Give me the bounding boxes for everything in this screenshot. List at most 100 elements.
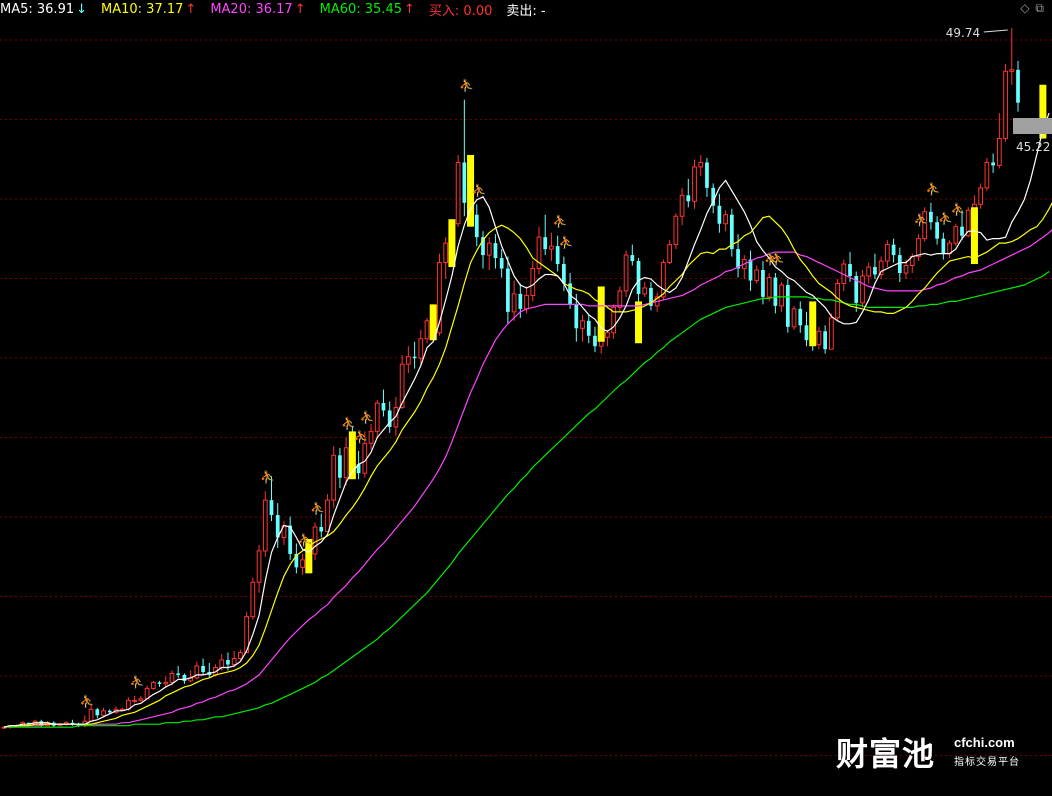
candle-body-up (779, 284, 784, 307)
candle-body-up (331, 454, 337, 501)
candle-body-down (543, 237, 548, 250)
runner-icon: ⛹ (130, 674, 145, 689)
arrow-up-icon: ↑ (294, 1, 306, 17)
candle-body-down (182, 674, 187, 681)
candle-body-down (686, 195, 691, 202)
high-price-label: 49.74 (946, 26, 980, 40)
candle-body-up (791, 308, 797, 328)
candle-body-up (866, 266, 872, 277)
candle-body-down (785, 284, 790, 327)
candle-body-up (418, 338, 424, 359)
candle-body-up (916, 238, 921, 258)
arrow-up-icon: ↑ (185, 1, 197, 17)
candle-body-up (511, 293, 517, 313)
candle-body-up (642, 287, 648, 295)
candle-body-down (226, 659, 230, 665)
candle-body-down (518, 293, 523, 309)
ma-legend: MA5: 36.91 ↓ MA10: 37.17 ↑ MA20: 36.17 ↑ MA60:… (0, 0, 1052, 19)
watermark-domain: cfchi.com (954, 735, 1015, 750)
ma60-line (4, 271, 1050, 728)
candle-body-up (580, 320, 585, 329)
candle-body-up (524, 294, 529, 310)
diamond-icon[interactable]: ◇ (1020, 1, 1029, 15)
candle-body-up (163, 681, 169, 685)
candle-body-up (256, 550, 262, 583)
signal-bar (597, 286, 605, 342)
candle-body-down (736, 249, 740, 269)
runner-icon: ⛹ (354, 429, 369, 444)
candle-body-up (132, 699, 138, 702)
candle-body-up (231, 657, 237, 665)
candle-body-up (262, 499, 268, 552)
candle-body-up (219, 659, 225, 668)
current-price-tag (1013, 118, 1052, 134)
ma5-line (3, 112, 1050, 728)
legend-label: 卖出: - (506, 3, 546, 19)
candle-body-up (549, 245, 554, 250)
candle-body-down (381, 403, 386, 411)
runner-icon: ⛹ (926, 181, 941, 196)
candle-body-up (312, 526, 318, 555)
candle-body-up (667, 244, 672, 264)
runner-icon: ⛹ (459, 78, 474, 93)
candle-body-down (960, 226, 964, 236)
candle-body-down (891, 244, 896, 256)
candle-body-down (462, 162, 467, 203)
candle-body-up (1003, 70, 1008, 140)
legend-label: MA60: 35.45 (319, 1, 402, 17)
candlestick-chart[interactable]: 49.7445.22⛹⛹⛹⛹⛹⛹⛹⛹⛹⛹⛹⛹⛹⛹⛹⛹⛹⛹ (0, 0, 1052, 796)
candle-body-up (903, 265, 909, 274)
legend-item-5: 卖出: - (506, 0, 545, 19)
watermark-subtitle: 指标交易平台 (954, 757, 1020, 768)
legend-label: 买入: 0.00 (428, 3, 493, 19)
candle-body-up (169, 672, 175, 683)
candle-body-up (101, 710, 106, 716)
candle-body-up (623, 254, 629, 292)
runner-icon: ⛹ (80, 693, 95, 708)
candle-body-down (157, 682, 162, 684)
candle-body-down (499, 258, 504, 269)
candle-body-up (698, 161, 704, 168)
legend-item-4: 买入: 0.00 (429, 0, 492, 19)
candle-body-up (884, 244, 890, 262)
runner-icon: ⛹ (298, 532, 313, 547)
candle-body-down (717, 205, 722, 224)
legend-item-1: MA10: 37.17 ↑ (101, 2, 196, 17)
runner-icon: ⛹ (360, 409, 375, 424)
candle-body-down (574, 304, 579, 329)
runner-icon: ⛹ (553, 214, 568, 229)
candle-body-up (424, 320, 430, 340)
candle-body-down (823, 331, 828, 350)
candle-body-up (617, 290, 623, 308)
runner-icon: ⛹ (559, 235, 574, 250)
candle-body-down (176, 673, 181, 675)
signal-bar (809, 301, 817, 347)
legend-item-3: MA60: 35.45 ↑ (320, 2, 415, 17)
candle-body-down (593, 335, 597, 347)
runner-icon: ⛹ (472, 182, 487, 197)
candle-body-up (766, 276, 772, 298)
candle-body-down (773, 277, 778, 306)
candle-body-down (506, 268, 510, 312)
candle-body-down (338, 455, 342, 478)
candle-body-up (300, 559, 305, 568)
candle-body-up (978, 187, 984, 205)
candle-body-up (238, 652, 243, 659)
candle-body-down (705, 162, 709, 188)
candle-body-down (804, 325, 809, 341)
candle-body-down (798, 308, 803, 326)
candle-body-up (754, 269, 760, 281)
candle-body-down (269, 500, 274, 516)
candle-body-down (897, 255, 902, 274)
candle-body-down (761, 270, 765, 297)
candle-body-down (201, 665, 205, 672)
signal-bar (970, 207, 978, 265)
candle-body-up (605, 332, 610, 338)
restore-icon[interactable]: ⧉ (1035, 1, 1044, 15)
candle-body-up (150, 681, 156, 689)
candle-body-up (953, 226, 959, 244)
runner-icon: ⛹ (951, 202, 966, 217)
runner-icon: ⛹ (310, 501, 325, 516)
candle-body-up (829, 317, 834, 350)
candle-body-down (319, 527, 324, 532)
